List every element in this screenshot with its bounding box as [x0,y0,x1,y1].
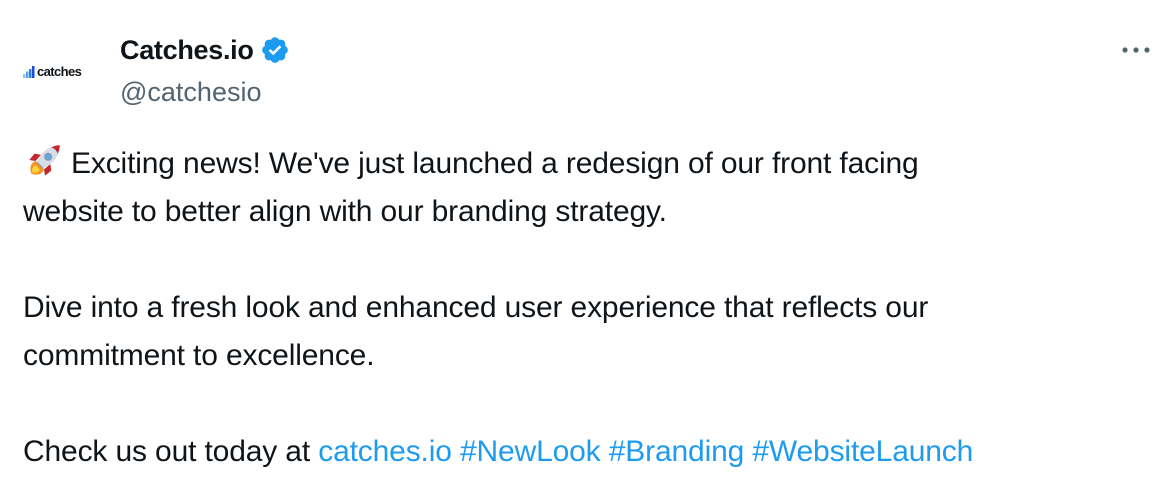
author-handle[interactable]: @catchesio [120,76,261,108]
paragraph-2-line-1: Dive into a fresh look and enhanced user… [23,291,929,324]
tweet-text: Exciting news! We've just launched a red… [23,140,1163,476]
paragraph-1: Exciting news! We've just launched a red… [23,140,1163,236]
paragraph-2: Dive into a fresh look and enhanced user… [23,284,1163,380]
paragraph-3: Check us out today at catches.io #NewLoo… [23,428,1163,476]
verified-badge-icon[interactable] [260,35,290,65]
catches-logo-icon: catches [23,63,82,79]
display-name[interactable]: Catches.io [120,34,254,66]
avatar-wordmark: catches [37,63,82,79]
rocket-icon [29,145,60,176]
ellipsis-icon [1122,47,1150,53]
hashtag-link[interactable]: #Branding [609,435,745,468]
hashtag-link[interactable]: #NewLook [460,435,601,468]
paragraph-1-line-1: Exciting news! We've just launched a red… [71,147,919,180]
avatar[interactable]: catches [20,30,104,110]
bars-icon [23,65,35,78]
more-options-button[interactable] [1118,36,1154,64]
author-name-row: Catches.io [120,34,290,66]
tweet-card: catches Catches.io @catchesio Exciting n… [0,0,1168,480]
paragraph-1-line-2: website to better align with our brandin… [23,195,667,228]
paragraph-3-prefix: Check us out today at [23,435,319,468]
hashtag-link[interactable]: #WebsiteLaunch [752,435,973,468]
paragraph-2-line-2: commitment to excellence. [23,339,375,372]
website-link[interactable]: catches.io [318,435,452,468]
